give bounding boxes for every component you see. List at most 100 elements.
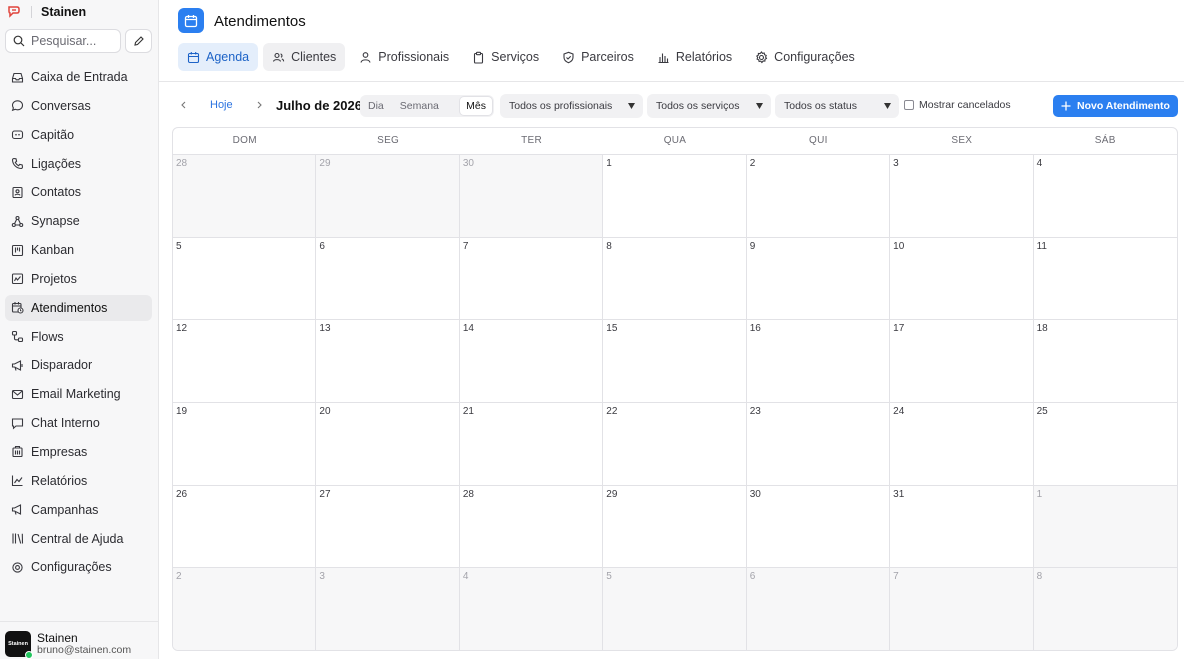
sidebar-item-disparador[interactable]: Disparador bbox=[5, 352, 152, 378]
next-month-button[interactable] bbox=[254, 100, 264, 110]
calendar-day-cell[interactable]: 13 bbox=[316, 320, 460, 403]
calendar-day-cell[interactable]: 8 bbox=[603, 237, 747, 321]
calendar-day-cell[interactable]: 5 bbox=[603, 568, 747, 650]
calendar-day-cell[interactable]: 31 bbox=[890, 485, 1034, 569]
sidebar-item-email-marketing[interactable]: Email Marketing bbox=[5, 381, 152, 407]
sidebar-item-relatorios[interactable]: Relatórios bbox=[5, 468, 152, 494]
calendar-day-cell[interactable]: 29 bbox=[316, 155, 460, 238]
day-number: 11 bbox=[1036, 240, 1047, 252]
calendar-day-cell[interactable]: 7 bbox=[890, 568, 1034, 650]
day-number: 20 bbox=[319, 405, 331, 417]
sidebar-item-flows[interactable]: Flows bbox=[5, 324, 152, 350]
sidebar-item-chat-interno[interactable]: Chat Interno bbox=[5, 410, 152, 436]
calendar-day-cell[interactable]: 2 bbox=[173, 568, 317, 650]
calendar-day-cell[interactable]: 28 bbox=[173, 155, 317, 238]
calendar-day-cell[interactable]: 3 bbox=[316, 568, 460, 650]
sidebar-item-campanhas[interactable]: Campanhas bbox=[5, 497, 152, 523]
view-day-button[interactable]: Dia bbox=[362, 97, 390, 115]
megaphone-icon bbox=[11, 359, 24, 372]
professionals-filter-value: Todos os profissionais bbox=[509, 100, 613, 112]
gear-icon bbox=[756, 50, 768, 63]
tab-parceiros[interactable]: Parceiros bbox=[553, 43, 643, 71]
calendar-day-cell[interactable]: 16 bbox=[746, 320, 891, 403]
calendar-day-cell[interactable]: 5 bbox=[173, 237, 317, 321]
flow-icon bbox=[11, 331, 24, 343]
sidebar-item-conversas[interactable]: Conversas bbox=[5, 93, 152, 119]
compose-button[interactable] bbox=[125, 29, 152, 53]
services-filter[interactable]: Todos os serviços bbox=[647, 94, 771, 118]
today-button[interactable]: Hoje bbox=[210, 99, 233, 111]
bar-chart-icon bbox=[657, 51, 670, 64]
tab-profissionais[interactable]: Profissionais bbox=[350, 43, 458, 71]
calendar-day-cell[interactable]: 17 bbox=[890, 320, 1034, 403]
tab-agenda[interactable]: Agenda bbox=[178, 43, 259, 71]
calendar-day-cell[interactable]: 25 bbox=[1033, 403, 1177, 486]
view-week-button[interactable]: Semana bbox=[394, 97, 445, 115]
tab-relatorios[interactable]: Relatórios bbox=[648, 43, 741, 71]
calendar-day-cell[interactable]: 8 bbox=[1033, 568, 1177, 650]
calendar-day-cell[interactable]: 3 bbox=[890, 155, 1034, 238]
status-filter[interactable]: Todos os status bbox=[775, 94, 899, 118]
sidebar-item-contatos[interactable]: Contatos bbox=[5, 179, 152, 205]
tab-configuracoes[interactable]: Configurações bbox=[746, 43, 864, 71]
sidebar-item-capitao[interactable]: Capitão bbox=[5, 122, 152, 148]
calendar-day-cell[interactable]: 4 bbox=[1033, 155, 1177, 238]
calendar-day-cell[interactable]: 10 bbox=[890, 237, 1034, 321]
calendar-day-cell[interactable]: 19 bbox=[173, 402, 317, 486]
sidebar-item-configuracoes[interactable]: Configurações bbox=[5, 554, 152, 580]
sidebar-item-atendimentos[interactable]: Atendimentos bbox=[5, 294, 152, 321]
search-input[interactable] bbox=[31, 34, 115, 48]
calendar-day-cell[interactable]: 1 bbox=[1033, 485, 1177, 569]
sidebar-item-projetos[interactable]: Projetos bbox=[5, 266, 152, 292]
calendar-day-cell[interactable]: 1 bbox=[603, 155, 747, 238]
calendar-day-cell[interactable]: 15 bbox=[603, 320, 747, 403]
professionals-filter[interactable]: Todos os profissionais bbox=[500, 94, 643, 118]
day-number: 24 bbox=[893, 405, 905, 417]
calendar-day-cell[interactable]: 6 bbox=[316, 237, 460, 321]
calendar-day-cell[interactable]: 14 bbox=[459, 320, 604, 403]
calendar-day-cell[interactable]: 30 bbox=[459, 155, 604, 238]
weekday-label: QUI bbox=[809, 135, 828, 146]
sidebar-item-ligacoes[interactable]: Ligações bbox=[5, 151, 152, 177]
show-cancelled-toggle[interactable]: Mostrar cancelados bbox=[904, 99, 1011, 111]
sidebar-item-caixa-de-entrada[interactable]: Caixa de Entrada bbox=[5, 64, 152, 90]
day-number: 5 bbox=[176, 240, 182, 252]
calendar-day-cell[interactable]: 23 bbox=[746, 402, 891, 486]
calendar-day-cell[interactable]: 24 bbox=[890, 402, 1034, 486]
view-month-button[interactable]: Mês bbox=[460, 97, 492, 115]
calendar-day-cell[interactable]: 9 bbox=[746, 237, 891, 321]
sidebar-item-kanban[interactable]: Kanban bbox=[5, 237, 152, 263]
building-icon bbox=[11, 445, 24, 458]
show-cancelled-checkbox[interactable] bbox=[904, 100, 914, 110]
calendar-day-cell[interactable]: 11 bbox=[1033, 238, 1177, 321]
calendar-day-cell[interactable]: 20 bbox=[316, 402, 460, 486]
calendar-day-cell[interactable]: 18 bbox=[1033, 320, 1177, 403]
sidebar-item-synapse[interactable]: Synapse bbox=[5, 208, 152, 234]
brand-separator bbox=[31, 6, 32, 18]
tab-clientes[interactable]: Clientes bbox=[263, 43, 346, 71]
sidebar-item-empresas[interactable]: Empresas bbox=[5, 439, 152, 465]
calendar-day-cell[interactable]: 21 bbox=[459, 402, 604, 486]
pencil-icon bbox=[133, 35, 145, 47]
mail-icon bbox=[11, 388, 24, 401]
calendar-day-cell[interactable]: 4 bbox=[459, 568, 604, 650]
calendar-day-cell[interactable]: 29 bbox=[603, 485, 747, 569]
sidebar-item-label: Relatórios bbox=[31, 473, 88, 488]
calendar-day-cell[interactable]: 28 bbox=[459, 485, 604, 569]
calendar-day-cell[interactable]: 2 bbox=[746, 155, 891, 238]
calendar-day-cell[interactable]: 6 bbox=[746, 568, 891, 650]
calendar-day-cell[interactable]: 12 bbox=[173, 320, 317, 403]
user-profile[interactable]: Stainen Stainen bruno@stainen.com bbox=[0, 621, 159, 659]
search-box[interactable] bbox=[5, 29, 121, 53]
calendar-day-cell[interactable]: 26 bbox=[173, 485, 317, 569]
calendar-day-cell[interactable]: 27 bbox=[316, 485, 460, 569]
new-appointment-button[interactable]: Novo Atendimento bbox=[1053, 95, 1178, 117]
sidebar-item-central-de-ajuda[interactable]: Central de Ajuda bbox=[5, 526, 152, 552]
calendar-day-cell[interactable]: 7 bbox=[459, 237, 604, 321]
day-number: 13 bbox=[319, 323, 331, 335]
calendar-day-cell[interactable]: 22 bbox=[603, 402, 747, 486]
tab-servicos[interactable]: Serviços bbox=[463, 43, 548, 71]
day-number: 6 bbox=[749, 571, 756, 583]
calendar-day-cell[interactable]: 30 bbox=[746, 485, 891, 569]
prev-month-button[interactable] bbox=[179, 100, 189, 110]
